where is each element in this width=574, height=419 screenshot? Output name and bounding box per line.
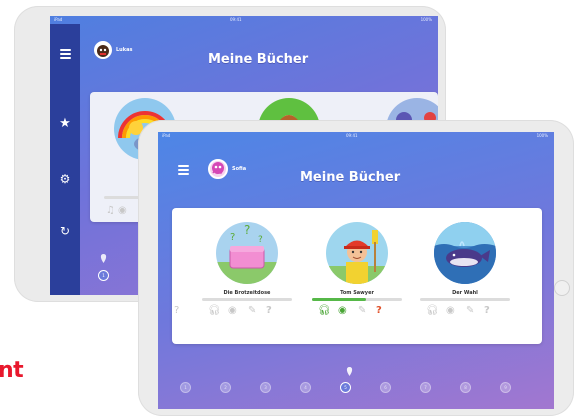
- sidebar: ★ ⚙ ↻: [50, 24, 80, 295]
- status-time: 09:41: [346, 133, 358, 138]
- book-title: Der Wahl: [452, 290, 478, 296]
- page-dot[interactable]: 1: [180, 382, 191, 393]
- question-icon[interactable]: ?: [174, 306, 179, 316]
- question-icon[interactable]: ?: [484, 306, 490, 316]
- page-dot[interactable]: 9: [500, 382, 511, 393]
- user-avatar-icon: [212, 162, 224, 175]
- book-cover-whale[interactable]: [434, 222, 496, 284]
- svg-text:?: ?: [244, 223, 250, 237]
- progress-fill: [312, 298, 366, 301]
- pagination: 1 2 3 4 5 6 7 8 9: [180, 382, 540, 396]
- home-button[interactable]: [554, 280, 570, 296]
- progress-bar: [420, 298, 510, 301]
- status-carrier: iPad: [54, 17, 63, 22]
- book-title: Die Brotzeitdose: [223, 290, 271, 296]
- headphones-icon[interactable]: 🎧︎: [426, 306, 439, 316]
- pen-icon[interactable]: ✎: [248, 306, 256, 316]
- hamburger-icon[interactable]: [50, 46, 80, 65]
- progress-bar: [312, 298, 402, 301]
- user-name: Lukas: [116, 47, 133, 53]
- edge-word: nt: [0, 358, 24, 383]
- status-battery: 100%: [536, 133, 548, 138]
- page-dot[interactable]: 6: [380, 382, 391, 393]
- page-dot[interactable]: 5: [340, 382, 351, 393]
- front-tablet-screen: iPad 09:41 100% Sofia Meine Bücher ? ? ?…: [158, 132, 554, 409]
- page-dot[interactable]: 7: [420, 382, 431, 393]
- eye-icon[interactable]: ◉: [338, 306, 347, 316]
- status-bar: iPad 09:41 100%: [50, 16, 438, 24]
- page-dot[interactable]: 8: [460, 382, 471, 393]
- eye-icon[interactable]: ◉: [228, 306, 237, 316]
- page-dot[interactable]: 2: [220, 382, 231, 393]
- page-pin-icon: [100, 254, 107, 263]
- eye-icon[interactable]: ◉: [118, 206, 127, 216]
- page-pin-icon: [346, 367, 353, 376]
- book-shelf: ? ? ? Die Brotzeitdose 🎧︎ ◉ ✎ ? Tom Sawy…: [172, 208, 542, 344]
- page-dot-current[interactable]: 1: [98, 270, 109, 281]
- book-cover-tom-sawyer[interactable]: [326, 222, 388, 284]
- headphones-icon[interactable]: ♫: [106, 206, 115, 216]
- status-time: 09:41: [230, 17, 242, 22]
- headphones-icon[interactable]: 🎧︎: [208, 306, 221, 316]
- tom-sawyer-cover-art: [326, 230, 388, 284]
- hamburger-icon[interactable]: [178, 162, 189, 181]
- gear-icon[interactable]: ⚙: [50, 172, 80, 186]
- status-bar: iPad 09:41 100%: [158, 132, 554, 140]
- status-battery: 100%: [420, 17, 432, 22]
- page-dot[interactable]: 4: [300, 382, 311, 393]
- avatar[interactable]: [94, 41, 112, 59]
- pen-icon[interactable]: ✎: [466, 306, 474, 316]
- book-title: Tom Sawyer: [340, 290, 374, 296]
- star-icon[interactable]: ★: [50, 116, 80, 131]
- whale-cover-art: [434, 222, 496, 284]
- book-cover-lunchbox[interactable]: ? ? ?: [216, 222, 278, 284]
- svg-text:?: ?: [230, 232, 235, 243]
- user-avatar-icon: [97, 45, 109, 57]
- pen-icon[interactable]: ✎: [358, 306, 366, 316]
- question-icon[interactable]: ?: [376, 306, 382, 316]
- headphones-icon[interactable]: 🎧︎: [318, 306, 331, 316]
- progress-bar: [202, 298, 292, 301]
- svg-text:?: ?: [258, 235, 263, 245]
- page-title: Meine Bücher: [300, 170, 401, 185]
- lunchbox-cover-art: ? ? ?: [216, 223, 278, 284]
- refresh-icon[interactable]: ↻: [50, 224, 80, 238]
- user-name: Sofia: [232, 166, 247, 172]
- status-carrier: iPad: [162, 133, 171, 138]
- page-dot[interactable]: 3: [260, 382, 271, 393]
- page-title: Meine Bücher: [208, 52, 309, 67]
- question-icon[interactable]: ?: [266, 306, 272, 316]
- avatar[interactable]: [208, 159, 228, 179]
- eye-icon[interactable]: ◉: [446, 306, 455, 316]
